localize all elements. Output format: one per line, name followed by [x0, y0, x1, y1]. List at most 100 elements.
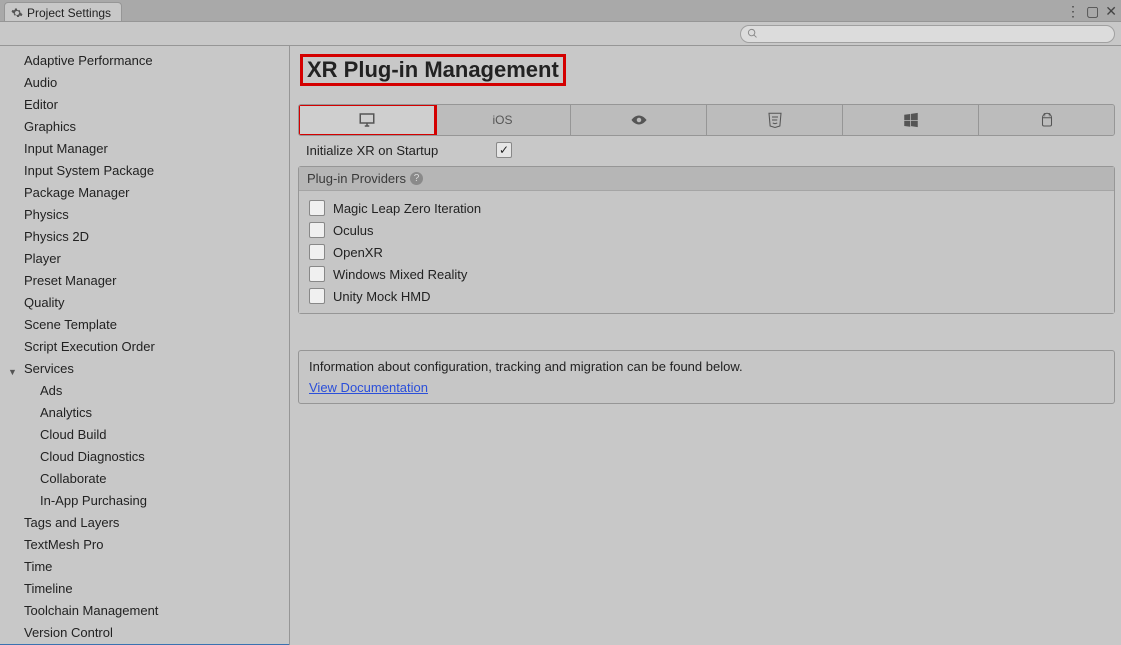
sidebar-item-label: Input Manager [24, 141, 108, 156]
sidebar-item-ads[interactable]: Ads [0, 380, 289, 402]
sidebar-item-cloud-build[interactable]: Cloud Build [0, 424, 289, 446]
sidebar-item-package-manager[interactable]: Package Manager [0, 182, 289, 204]
window-controls: ⋮ ▢ ✕ [1066, 0, 1117, 22]
provider-checkbox[interactable] [309, 200, 325, 216]
provider-row: Oculus [303, 219, 1110, 241]
android-icon [1038, 111, 1056, 129]
providers-section: Plug-in Providers ? Magic Leap Zero Iter… [298, 166, 1115, 314]
sidebar-item-textmesh-pro[interactable]: TextMesh Pro [0, 534, 289, 556]
tab-standalone[interactable] [299, 105, 435, 135]
platform-tabs: iOS [298, 104, 1115, 136]
sidebar-item-label: Services [24, 361, 74, 376]
sidebar-item-script-execution-order[interactable]: Script Execution Order [0, 336, 289, 358]
providers-header-label: Plug-in Providers [307, 171, 406, 186]
chevron-down-icon: ▼ [8, 363, 17, 381]
eye-icon [630, 111, 648, 129]
sidebar-item-label: Collaborate [40, 471, 107, 486]
sidebar-item-label: Timeline [24, 581, 73, 596]
sidebar-item-label: Cloud Build [40, 427, 107, 442]
sidebar-item-tags-and-layers[interactable]: Tags and Layers [0, 512, 289, 534]
sidebar-item-label: Physics [24, 207, 69, 222]
sidebar-item-preset-manager[interactable]: Preset Manager [0, 270, 289, 292]
initialize-xr-checkbox[interactable]: ✓ [496, 142, 512, 158]
gear-icon [11, 7, 23, 19]
sidebar-item-toolchain-management[interactable]: Toolchain Management [0, 600, 289, 622]
provider-row: OpenXR [303, 241, 1110, 263]
sidebar-item-label: Cloud Diagnostics [40, 449, 145, 464]
maximize-icon[interactable]: ▢ [1086, 3, 1099, 20]
provider-checkbox[interactable] [309, 288, 325, 304]
sidebar-item-label: Tags and Layers [24, 515, 119, 530]
initialize-xr-label: Initialize XR on Startup [306, 143, 496, 158]
tab-windows[interactable] [843, 105, 979, 135]
sidebar-item-label: Physics 2D [24, 229, 89, 244]
provider-row: Unity Mock HMD [303, 285, 1110, 307]
sidebar-item-time[interactable]: Time [0, 556, 289, 578]
search-row [0, 22, 1121, 46]
sidebar-item-services[interactable]: ▼ Services [0, 358, 289, 380]
provider-label: OpenXR [333, 245, 383, 260]
sidebar-item-input-manager[interactable]: Input Manager [0, 138, 289, 160]
sidebar-item-label: Ads [40, 383, 62, 398]
provider-row: Magic Leap Zero Iteration [303, 197, 1110, 219]
tab-ios[interactable]: iOS [435, 105, 571, 135]
sidebar-item-label: TextMesh Pro [24, 537, 103, 552]
sidebar-item-timeline[interactable]: Timeline [0, 578, 289, 600]
provider-label: Windows Mixed Reality [333, 267, 467, 282]
sidebar-item-input-system-package[interactable]: Input System Package [0, 160, 289, 182]
sidebar-item-audio[interactable]: Audio [0, 72, 289, 94]
sidebar-item-cloud-diagnostics[interactable]: Cloud Diagnostics [0, 446, 289, 468]
window-title: Project Settings [27, 6, 111, 20]
sidebar-item-label: Package Manager [24, 185, 130, 200]
monitor-icon [358, 111, 376, 129]
sidebar-item-in-app-purchasing[interactable]: In-App Purchasing [0, 490, 289, 512]
sidebar-item-player[interactable]: Player [0, 248, 289, 270]
sidebar-item-editor[interactable]: Editor [0, 94, 289, 116]
provider-label: Unity Mock HMD [333, 289, 431, 304]
sidebar-item-physics[interactable]: Physics [0, 204, 289, 226]
provider-row: Windows Mixed Reality [303, 263, 1110, 285]
sidebar-item-adaptive-performance[interactable]: Adaptive Performance [0, 50, 289, 72]
sidebar-item-label: Audio [24, 75, 57, 90]
sidebar-item-quality[interactable]: Quality [0, 292, 289, 314]
sidebar-item-collaborate[interactable]: Collaborate [0, 468, 289, 490]
help-icon[interactable]: ? [410, 172, 423, 185]
tab-android[interactable] [979, 105, 1114, 135]
view-documentation-link[interactable]: View Documentation [309, 380, 428, 395]
provider-label: Oculus [333, 223, 373, 238]
providers-header: Plug-in Providers ? [299, 167, 1114, 191]
tab-label: iOS [492, 113, 512, 127]
close-icon[interactable]: ✕ [1105, 3, 1117, 20]
provider-checkbox[interactable] [309, 244, 325, 260]
info-box: Information about configuration, trackin… [298, 350, 1115, 404]
windows-icon [902, 111, 920, 129]
info-text: Information about configuration, trackin… [309, 359, 1104, 374]
sidebar-item-version-control[interactable]: Version Control [0, 622, 289, 644]
sidebar-item-analytics[interactable]: Analytics [0, 402, 289, 424]
sidebar-item-graphics[interactable]: Graphics [0, 116, 289, 138]
sidebar-item-physics-2d[interactable]: Physics 2D [0, 226, 289, 248]
more-icon[interactable]: ⋮ [1066, 3, 1080, 20]
provider-checkbox[interactable] [309, 222, 325, 238]
sidebar-item-label: Time [24, 559, 52, 574]
tab-webgl[interactable] [707, 105, 843, 135]
page-title: XR Plug-in Management [300, 54, 566, 86]
window-tab[interactable]: Project Settings [4, 2, 122, 21]
search-icon [747, 28, 758, 39]
provider-checkbox[interactable] [309, 266, 325, 282]
search-input[interactable] [740, 25, 1115, 43]
sidebar-item-label: Toolchain Management [24, 603, 158, 618]
provider-label: Magic Leap Zero Iteration [333, 201, 481, 216]
initialize-xr-row: Initialize XR on Startup ✓ [298, 136, 1115, 164]
sidebar-item-label: Script Execution Order [24, 339, 155, 354]
sidebar-item-scene-template[interactable]: Scene Template [0, 314, 289, 336]
title-bar: Project Settings ⋮ ▢ ✕ [0, 0, 1121, 22]
sidebar-item-label: Input System Package [24, 163, 154, 178]
sidebar-item-label: Scene Template [24, 317, 117, 332]
tab-lumin[interactable] [571, 105, 707, 135]
sidebar-item-label: Preset Manager [24, 273, 117, 288]
sidebar-item-label: Editor [24, 97, 58, 112]
sidebar-item-label: Player [24, 251, 61, 266]
sidebar-item-label: In-App Purchasing [40, 493, 147, 508]
sidebar-item-label: Adaptive Performance [24, 53, 153, 68]
